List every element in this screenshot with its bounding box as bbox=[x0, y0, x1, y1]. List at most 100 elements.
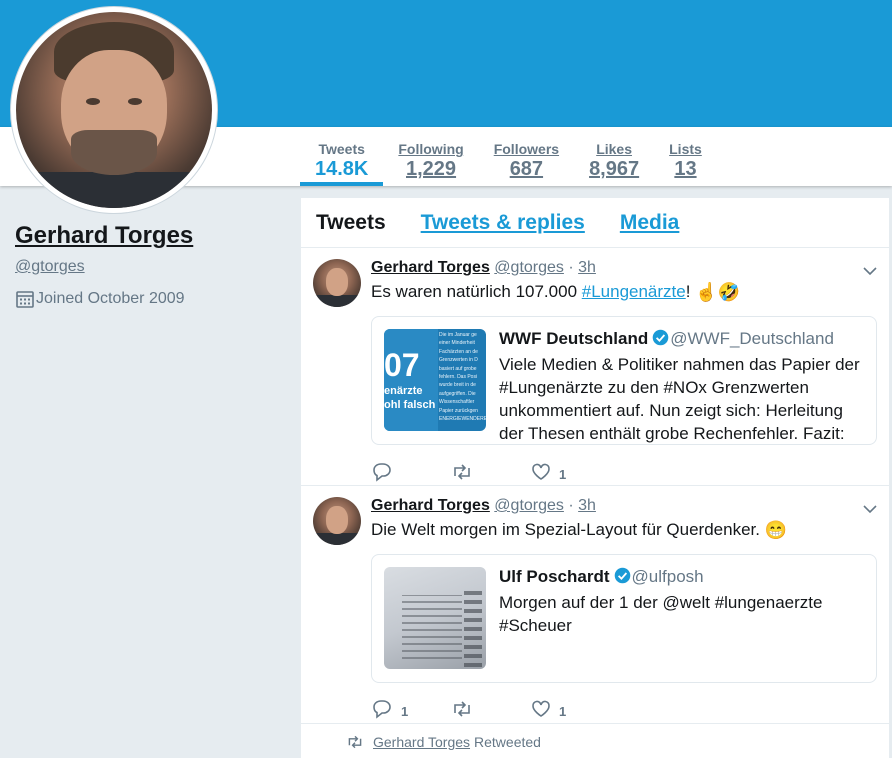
reply-button[interactable]: 1 bbox=[371, 698, 451, 719]
like-count: 1 bbox=[559, 704, 567, 719]
quoted-tweet-image bbox=[384, 567, 486, 669]
retweeted-label: Retweeted bbox=[474, 734, 541, 750]
heart-icon bbox=[532, 700, 550, 717]
profile-stats: Tweets 14.8K Following 1,229 Followers 6… bbox=[300, 127, 717, 186]
quoted-text: Viele Medien & Politiker nahmen das Papi… bbox=[499, 355, 860, 443]
tweet-actions: 1 bbox=[371, 461, 611, 482]
stat-label: Followers bbox=[493, 141, 560, 157]
stat-followers[interactable]: Followers 687 bbox=[479, 127, 574, 186]
quoted-handle: @WWF_Deutschland bbox=[670, 329, 834, 348]
tweet-text-part: Die Welt morgen im Spezial-Layout für Qu… bbox=[371, 520, 765, 539]
retweet-icon bbox=[348, 735, 362, 749]
profile-name[interactable]: Gerhard Torges bbox=[15, 222, 193, 250]
tweet-time[interactable]: 3h bbox=[578, 497, 596, 514]
profile-card: Gerhard Torges @gtorges Joined October 2… bbox=[15, 222, 285, 308]
tweet-text: Es waren natürlich 107.000 #Lungenärzte!… bbox=[371, 282, 740, 303]
tweet-text: Die Welt morgen im Spezial-Layout für Qu… bbox=[371, 520, 787, 541]
retweet-icon bbox=[454, 700, 470, 717]
retweet-button[interactable] bbox=[451, 699, 531, 719]
retweet-button[interactable] bbox=[451, 462, 531, 482]
tweet[interactable]: Gerhard Torges @gtorges · 3h Die Welt mo… bbox=[301, 486, 889, 724]
quoted-tweet-header: WWF Deutschland @WWF_Deutschland bbox=[499, 329, 834, 349]
stat-tweets[interactable]: Tweets 14.8K bbox=[300, 127, 384, 186]
stat-value: 1,229 bbox=[406, 158, 457, 180]
verified-badge-icon bbox=[652, 329, 669, 346]
like-button[interactable]: 1 bbox=[531, 461, 611, 482]
tweet-avatar[interactable] bbox=[313, 497, 361, 545]
thumb-side-line: Die im Januar ge bbox=[439, 332, 477, 338]
stat-value: 687 bbox=[509, 158, 544, 180]
tweet-actions: 1 1 bbox=[371, 698, 611, 719]
thumb-side-line: einer Minderheit bbox=[439, 340, 475, 347]
stat-label: Likes bbox=[596, 141, 632, 157]
thumb-side-line: aufgegriffen. Die bbox=[439, 390, 476, 397]
stat-value: 14.8K bbox=[315, 158, 369, 180]
quoted-tweet[interactable]: 07 enärzte ohl falsch Die im Januar ge e… bbox=[371, 316, 877, 445]
stat-label: Tweets bbox=[318, 141, 365, 157]
stat-value: 13 bbox=[674, 158, 697, 180]
quoted-tweet-header: Ulf Poschardt @ulfposh bbox=[499, 567, 704, 587]
tweet-text-part: Es waren natürlich 107.000 bbox=[371, 282, 582, 301]
tweet[interactable]: Gerhard Torges @gtorges · 3h Es waren na… bbox=[301, 248, 889, 486]
quoted-tweet[interactable]: Ulf Poschardt @ulfposh Morgen auf der 1 d… bbox=[371, 554, 877, 683]
reply-icon bbox=[373, 462, 391, 482]
emoji: ☝🤣 bbox=[695, 282, 741, 302]
tweet-header: Gerhard Torges @gtorges · 3h bbox=[371, 497, 596, 515]
tab-tweets-and-replies[interactable]: Tweets & replies bbox=[421, 211, 585, 235]
chevron-down-icon[interactable] bbox=[863, 266, 877, 276]
heart-icon bbox=[532, 463, 550, 480]
profile-joined: Joined October 2009 bbox=[15, 290, 285, 308]
tweet-author[interactable]: Gerhard Torges bbox=[371, 497, 490, 514]
tweet-time[interactable]: 3h bbox=[578, 259, 596, 276]
thumb-side-line: ENERGIEWENDERES bbox=[439, 416, 486, 423]
retweet-context: Gerhard Torges Retweeted bbox=[346, 734, 541, 750]
stat-label: Following bbox=[398, 141, 464, 157]
stat-lists[interactable]: Lists 13 bbox=[654, 127, 717, 186]
thumb-line: ohl falsch bbox=[384, 399, 436, 411]
profile-avatar[interactable] bbox=[10, 6, 218, 214]
stat-following[interactable]: Following 1,229 bbox=[383, 127, 478, 186]
profile-handle[interactable]: @gtorges bbox=[15, 258, 85, 276]
thumb-side-line: Papier zurückgen bbox=[439, 407, 478, 414]
joined-text: Joined October 2009 bbox=[36, 290, 185, 307]
timeline-tabs: Tweets Tweets & replies Media bbox=[301, 198, 889, 248]
thumb-side-line: Grenzwerten in D bbox=[439, 357, 478, 364]
thumb-side-line: wurde breit in de bbox=[439, 382, 476, 389]
calendar-icon bbox=[16, 291, 34, 308]
profile-photo bbox=[16, 12, 212, 208]
thumb-side-line: fehlern. Das Posi bbox=[439, 374, 478, 381]
thumb-line: enärzte bbox=[384, 385, 423, 397]
tab-media[interactable]: Media bbox=[620, 211, 680, 235]
quoted-text: Morgen auf der 1 der @welt #lungenaerzte… bbox=[499, 593, 823, 635]
like-button[interactable]: 1 bbox=[531, 698, 611, 719]
like-count: 1 bbox=[559, 467, 567, 482]
quoted-author: Ulf Poschardt bbox=[499, 567, 610, 586]
timeline: Tweets Tweets & replies Media Gerhard To… bbox=[301, 198, 889, 758]
tweet-handle[interactable]: @gtorges bbox=[494, 497, 564, 514]
tab-tweets[interactable]: Tweets bbox=[316, 211, 386, 235]
reply-button[interactable] bbox=[371, 462, 451, 482]
stat-value: 8,967 bbox=[589, 158, 640, 180]
reply-icon bbox=[373, 699, 391, 719]
tweet-handle[interactable]: @gtorges bbox=[494, 259, 564, 276]
quoted-handle: @ulfposh bbox=[631, 567, 704, 586]
quoted-tweet-image: 07 enärzte ohl falsch Die im Januar ge e… bbox=[384, 329, 486, 431]
reply-count: 1 bbox=[401, 704, 409, 719]
tweet-avatar[interactable] bbox=[313, 259, 361, 307]
stat-likes[interactable]: Likes 8,967 bbox=[574, 127, 654, 186]
tweet-header: Gerhard Torges @gtorges · 3h bbox=[371, 259, 596, 277]
retweeter-name[interactable]: Gerhard Torges bbox=[373, 734, 470, 750]
tweet-text-part: ! bbox=[685, 282, 696, 301]
thumb-number: 07 bbox=[384, 347, 420, 383]
thumb-side-line: basiert auf grobe bbox=[439, 365, 477, 372]
thumb-side-text: Die im Januar ge einer Minderheit Fachär… bbox=[439, 331, 486, 423]
tweet-separator: · bbox=[568, 497, 574, 514]
verified-badge-icon bbox=[614, 567, 630, 584]
stat-label: Lists bbox=[669, 141, 702, 157]
hashtag-link[interactable]: #Lungenärzte bbox=[582, 282, 686, 301]
retweet-icon bbox=[454, 463, 470, 480]
thumb-side-line: Fachärzten an de bbox=[439, 348, 478, 355]
tweet-author[interactable]: Gerhard Torges bbox=[371, 259, 490, 276]
tweet-separator: · bbox=[568, 259, 574, 276]
chevron-down-icon[interactable] bbox=[863, 504, 877, 514]
